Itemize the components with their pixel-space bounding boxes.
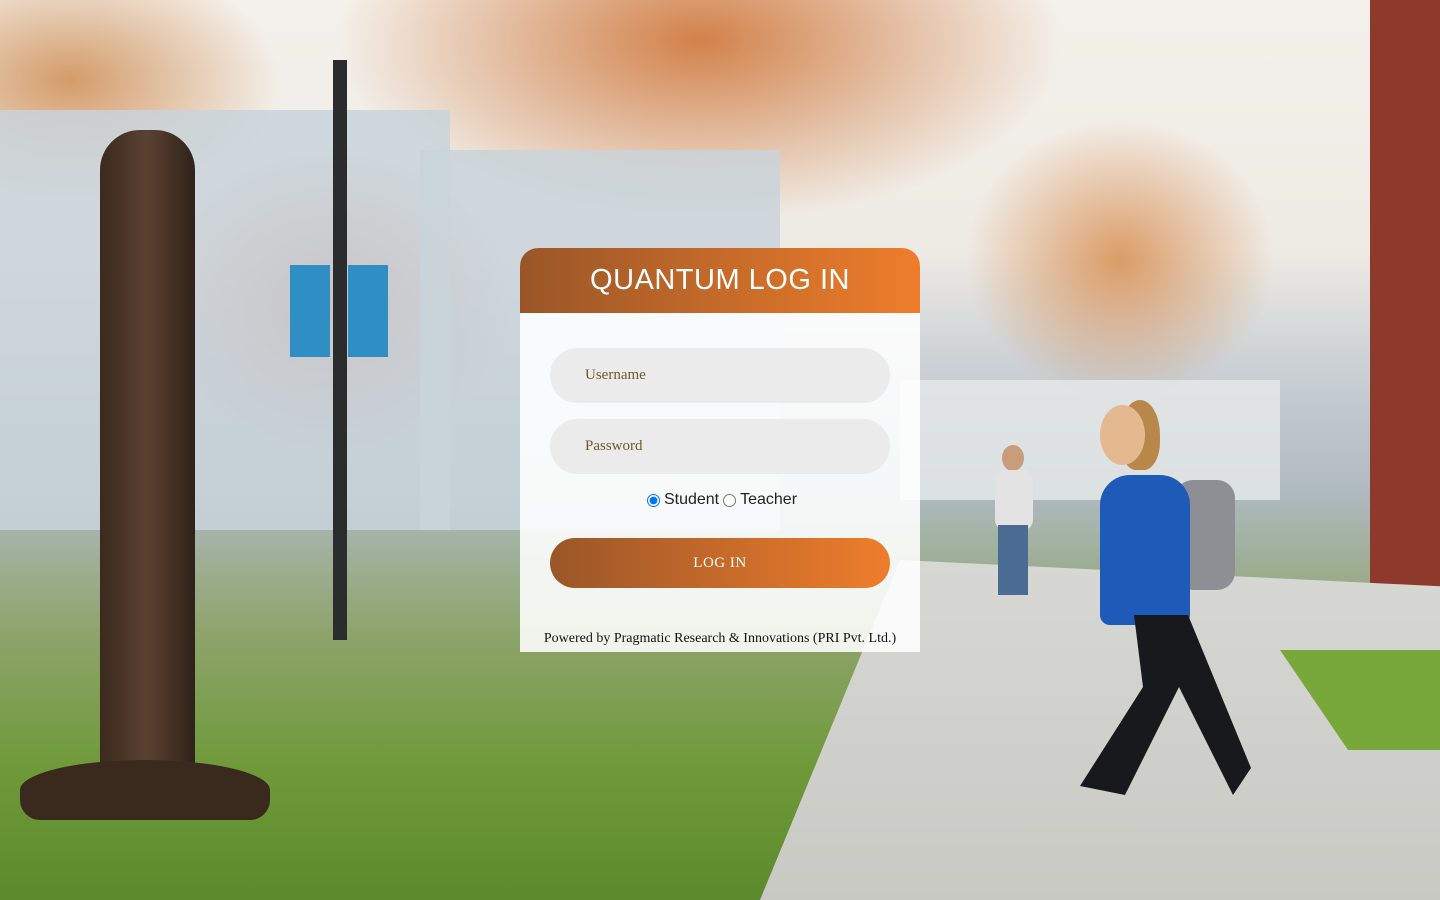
role-selector: Student Teacher — [520, 491, 920, 509]
login-title: QUANTUM LOG IN — [590, 264, 850, 296]
password-input[interactable] — [550, 419, 890, 474]
login-header: QUANTUM LOG IN — [520, 248, 920, 313]
role-option-student[interactable]: Student — [643, 491, 719, 509]
brick-building — [1370, 0, 1440, 600]
student-radio[interactable] — [646, 493, 660, 507]
login-button[interactable]: LOG IN — [550, 538, 890, 588]
student-radio-label: Student — [663, 491, 720, 508]
campus-banner-right — [348, 265, 388, 357]
lamp-post — [333, 60, 347, 640]
username-input[interactable] — [550, 348, 890, 403]
background-student — [990, 445, 1035, 595]
tree-trunk — [100, 130, 195, 820]
teacher-radio-label: Teacher — [740, 491, 798, 508]
walking-student — [1080, 400, 1260, 820]
tree-base — [20, 760, 270, 820]
login-card: QUANTUM LOG IN Student Teacher LOG IN Po… — [520, 248, 920, 652]
teacher-radio[interactable] — [723, 493, 737, 507]
campus-banner-left — [290, 265, 330, 357]
powered-by-text: Powered by Pragmatic Research & Innovati… — [543, 631, 897, 646]
role-option-teacher[interactable]: Teacher — [719, 491, 797, 509]
